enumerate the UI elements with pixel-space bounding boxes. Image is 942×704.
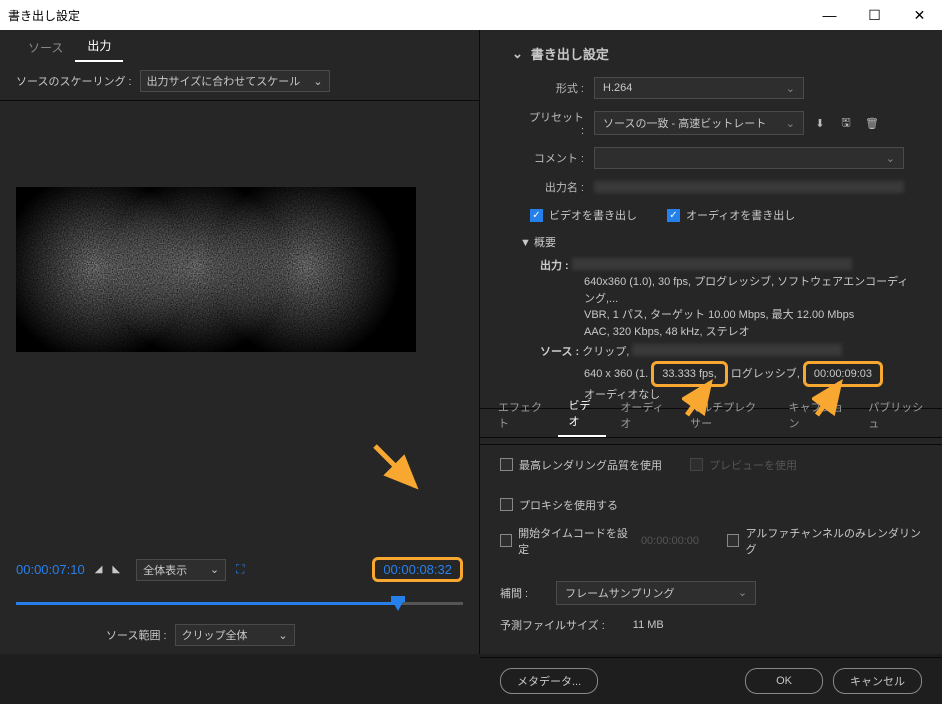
close-button[interactable]: ✕ xyxy=(897,0,942,30)
right-panel: 書き出し設定 形式 : H.264 プリセット : ソースの一致 - 高速ビット… xyxy=(480,30,942,654)
tab-output[interactable]: 出力 xyxy=(75,31,123,62)
aspect-toggle-icon[interactable]: ⛶ xyxy=(236,562,244,577)
annotation-arrow-timecode xyxy=(370,441,430,501)
summary-output-label: 出力 : xyxy=(540,260,569,272)
use-preview-checkbox: プレビューを使用 xyxy=(690,457,797,473)
left-tabs: ソース 出力 xyxy=(0,30,479,62)
summary-output-3: AAC, 320 Kbps, 48 kHz, ステレオ xyxy=(540,324,918,341)
summary-title[interactable]: ▼ 概要 xyxy=(520,235,918,252)
preview-image xyxy=(16,187,416,352)
minimize-button[interactable]: — xyxy=(807,0,852,30)
save-preset-icon[interactable]: 🖫 xyxy=(836,113,856,133)
use-proxy-checkbox[interactable]: プロキシを使用する xyxy=(500,497,922,513)
summary-output-2: VBR, 1 パス, ターゲット 10.00 Mbps, 最大 12.00 Mb… xyxy=(540,307,918,324)
cancel-button[interactable]: キャンセル xyxy=(833,668,922,694)
metadata-button[interactable]: メタデータ... xyxy=(500,668,598,694)
format-label: 形式 : xyxy=(524,80,584,96)
maximize-button[interactable]: ☐ xyxy=(852,0,897,30)
footer: メタデータ... OK キャンセル xyxy=(480,657,942,704)
scaling-label: ソースのスケーリング : xyxy=(16,73,132,89)
section-title[interactable]: 書き出し設定 xyxy=(512,44,918,63)
source-duration-annotated: 00:00:09:03 xyxy=(803,361,883,388)
settings-panel: 最高レンダリング品質を使用 プレビューを使用 プロキシを使用する 開始タイムコー… xyxy=(480,444,942,657)
est-size-value: 11 MB xyxy=(633,619,664,631)
comment-input[interactable] xyxy=(594,147,904,169)
delete-preset-icon[interactable]: 🗑 xyxy=(862,113,882,133)
out-timecode[interactable]: 00:00:08:32 xyxy=(372,557,463,582)
interp-select[interactable]: フレームサンプリング xyxy=(556,581,756,605)
export-video-checkbox[interactable]: ✓ビデオを書き出し xyxy=(530,207,637,223)
settings-tabs: エフェクト ビデオ オーディオ マルチプレクサー キャプション パブリッシュ xyxy=(480,408,942,438)
preset-select[interactable]: ソースの一致 - 高速ビットレート xyxy=(594,111,804,135)
export-audio-checkbox[interactable]: ✓オーディオを書き出し xyxy=(667,207,795,223)
comment-label: コメント : xyxy=(524,150,584,166)
output-name-link[interactable]: xxxxxxxxxxxxxx xyxy=(594,181,904,193)
alpha-only-checkbox[interactable]: アルファチャンネルのみレンダリング xyxy=(727,525,922,557)
max-render-checkbox[interactable]: 最高レンダリング品質を使用 xyxy=(500,457,662,473)
tab-source[interactable]: ソース xyxy=(16,33,75,62)
output-name-label: 出力名 : xyxy=(524,179,584,195)
window-title: 書き出し設定 xyxy=(8,7,807,24)
view-mode-select[interactable]: 全体表示 xyxy=(136,559,226,581)
preview-area xyxy=(0,101,479,549)
est-size-label: 予測ファイルサイズ : xyxy=(500,617,605,633)
next-icon[interactable]: ◣ xyxy=(112,564,120,575)
import-preset-icon[interactable]: ⬇ xyxy=(810,113,830,133)
playhead[interactable] xyxy=(391,596,403,610)
summary-source-2: オーディオなし xyxy=(540,387,918,404)
source-range-label: ソース範囲 : xyxy=(106,627,167,643)
source-fps-annotated: 33.333 fps, xyxy=(651,361,727,388)
summary-section: ▼ 概要 出力 : xxxxxxxxxxxxx 640x360 (1.0), 3… xyxy=(512,235,918,404)
summary-source-label: ソース : xyxy=(540,346,579,358)
timeline[interactable] xyxy=(16,596,463,616)
interp-label: 補間 : xyxy=(500,585,528,601)
left-panel: ソース 出力 ソースのスケーリング : 出力サイズに合わせてスケール xyxy=(0,30,480,654)
scaling-select[interactable]: 出力サイズに合わせてスケール xyxy=(140,70,330,92)
in-timecode[interactable]: 00:00:07:10 xyxy=(16,562,85,577)
format-select[interactable]: H.264 xyxy=(594,77,804,99)
prev-icon[interactable]: ◢ xyxy=(95,564,103,575)
start-tc-checkbox[interactable]: 開始タイムコードを設定 00:00:00:00 xyxy=(500,525,699,557)
ok-button[interactable]: OK xyxy=(745,668,823,694)
titlebar: 書き出し設定 — ☐ ✕ xyxy=(0,0,942,30)
preset-label: プリセット : xyxy=(524,109,584,137)
source-range-select[interactable]: クリップ全体 xyxy=(175,624,295,646)
summary-output-1: 640x360 (1.0), 30 fps, プログレッシブ, ソフトウェアエン… xyxy=(540,274,918,307)
